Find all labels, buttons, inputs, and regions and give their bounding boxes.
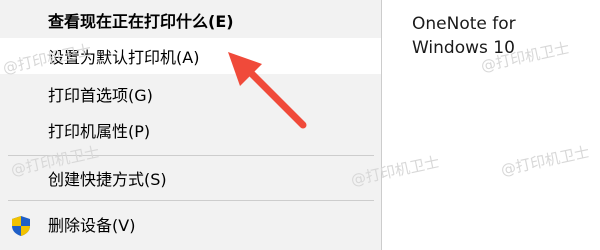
- shield-icon: [12, 216, 30, 236]
- device-name-line2: Windows 10: [412, 38, 515, 58]
- menu-item-printing-preferences[interactable]: 打印首选项(G): [0, 76, 381, 112]
- menu-separator: [8, 200, 374, 201]
- menu-separator: [8, 155, 374, 156]
- context-menu: 查看现在正在打印什么(E) 设置为默认打印机(A) 打印首选项(G) 打印机属性…: [0, 0, 382, 250]
- device-name-line1: OneNote for: [412, 14, 516, 34]
- menu-item-create-shortcut[interactable]: 创建快捷方式(S): [0, 160, 381, 196]
- menu-item-remove-device[interactable]: 删除设备(V): [0, 206, 381, 242]
- menu-item-label: 删除设备(V): [48, 216, 136, 235]
- menu-item-see-whats-printing[interactable]: 查看现在正在打印什么(E): [0, 2, 381, 38]
- menu-item-set-default-printer[interactable]: 设置为默认打印机(A): [0, 38, 381, 74]
- watermark: @打印机卫士: [499, 142, 592, 180]
- device-name[interactable]: OneNote for Windows 10: [412, 12, 592, 60]
- menu-item-printer-properties[interactable]: 打印机属性(P): [0, 112, 381, 148]
